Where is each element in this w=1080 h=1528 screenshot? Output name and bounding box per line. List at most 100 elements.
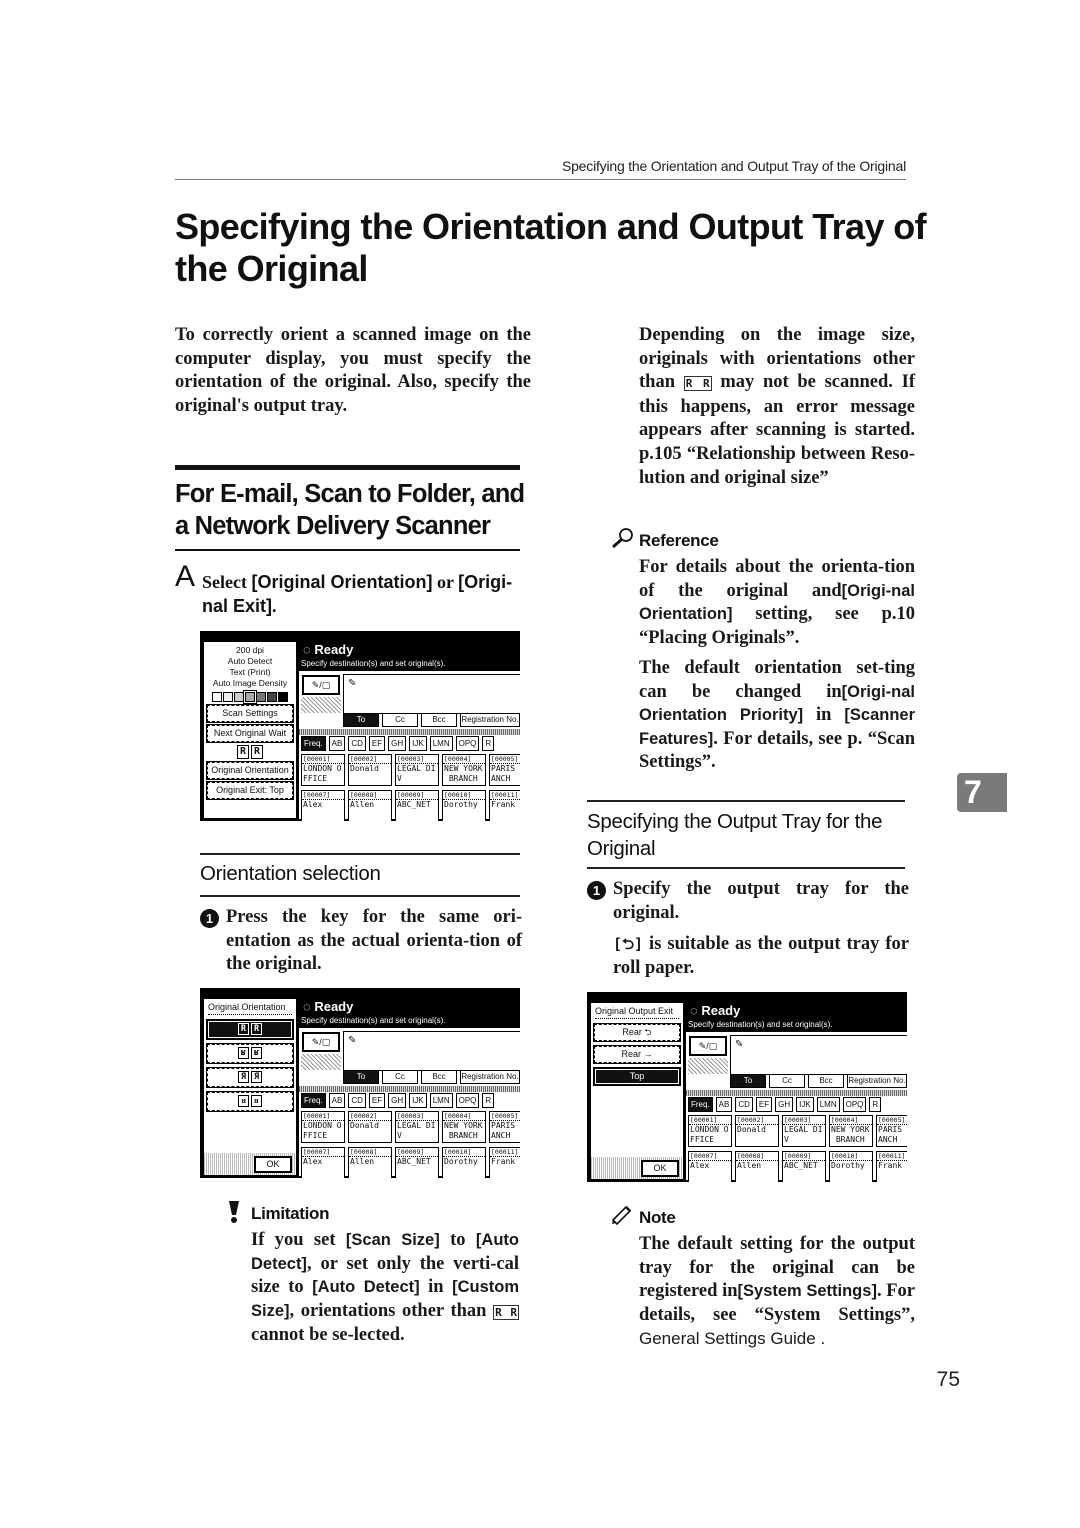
index-tab-gh[interactable]: GH xyxy=(388,736,407,751)
tab-cc[interactable]: Cc xyxy=(382,1070,418,1084)
destination-field[interactable]: ✎ xyxy=(343,674,520,714)
density-level[interactable] xyxy=(212,692,222,702)
next-original-wait-button[interactable]: Next Original Wait xyxy=(207,725,293,742)
density-level[interactable] xyxy=(234,692,244,702)
index-tab-ef[interactable]: EF xyxy=(755,1097,773,1112)
destination-card[interactable]: [00005] PARIS ANCH xyxy=(489,1111,520,1143)
density-level[interactable] xyxy=(243,690,257,704)
index-tab-ijk[interactable]: IJK xyxy=(409,736,427,751)
destination-card[interactable]: [00011] Frank xyxy=(489,1147,520,1178)
destination-card[interactable]: [00007] Alex xyxy=(301,1147,345,1178)
tab-registration-no[interactable]: Registration No. xyxy=(460,1070,520,1084)
index-tab-opq[interactable]: OPQ xyxy=(842,1097,867,1112)
destination-card[interactable]: [00005] PARIS ANCH xyxy=(489,754,520,786)
destination-card[interactable]: [00009] ABC_NET xyxy=(395,790,439,821)
index-tab-cd[interactable]: CD xyxy=(348,736,366,751)
destination-card[interactable]: [00002] Donald xyxy=(735,1115,779,1147)
destination-card[interactable]: [00003] LEGAL DI V xyxy=(782,1115,826,1147)
output-exit-option-2[interactable]: Rear → xyxy=(594,1046,680,1063)
destination-card[interactable]: [00008] Allen xyxy=(348,1147,392,1178)
original-orientation-button[interactable]: Original Orientation xyxy=(207,762,293,779)
image-density-selector[interactable] xyxy=(204,690,296,704)
ok-button[interactable]: OK xyxy=(641,1160,679,1177)
index-tab-cd[interactable]: CD xyxy=(735,1097,753,1112)
orientation-option-2[interactable]: ʁʁ xyxy=(207,1044,293,1063)
destination-card[interactable]: [00010] Dorothy xyxy=(829,1151,873,1182)
index-tab-freq[interactable]: Freq. xyxy=(688,1097,713,1112)
scan-settings-button[interactable]: Scan Settings xyxy=(207,705,293,722)
ok-button[interactable]: OK xyxy=(254,1156,292,1173)
destination-type-toggle[interactable]: ✎/▢ xyxy=(689,1036,727,1056)
original-exit-button[interactable]: Original Exit: Top xyxy=(207,782,293,799)
destination-card[interactable]: [00011] Frank xyxy=(876,1151,907,1182)
orientation-option-3[interactable]: ЯЯ xyxy=(207,1068,293,1087)
index-tab-lmn[interactable]: LMN xyxy=(816,1097,840,1112)
density-level[interactable] xyxy=(278,692,288,702)
destination-card[interactable]: [00003] LEGAL DI V xyxy=(395,1111,439,1143)
index-tab-gh[interactable]: GH xyxy=(775,1097,794,1112)
tab-cc[interactable]: Cc xyxy=(382,713,418,727)
index-tab-ab[interactable]: AB xyxy=(715,1097,733,1112)
destination-card[interactable]: [00010] Dorothy xyxy=(442,1147,486,1178)
destination-type-toggle[interactable]: ✎/▢ xyxy=(302,1032,340,1052)
index-tab-ijk[interactable]: IJK xyxy=(796,1097,814,1112)
destination-card[interactable]: [00004] NEW YORK BRANCH xyxy=(442,1111,486,1143)
tab-to[interactable]: To xyxy=(730,1074,766,1088)
density-level[interactable] xyxy=(256,692,266,702)
index-tab-freq[interactable]: Freq. xyxy=(301,736,326,751)
destination-type-toggle[interactable]: ✎/▢ xyxy=(302,675,340,695)
tab-bcc[interactable]: Bcc xyxy=(421,713,457,727)
tab-bcc[interactable]: Bcc xyxy=(421,1070,457,1084)
destination-card[interactable]: [00009] ABC_NET xyxy=(782,1151,826,1182)
destination-card[interactable]: [00009] ABC_NET xyxy=(395,1147,439,1178)
output-exit-option-3[interactable]: Top xyxy=(594,1068,680,1085)
tab-bcc[interactable]: Bcc xyxy=(808,1074,844,1088)
destination-id: [00001] xyxy=(302,1112,344,1121)
index-tab-ijk[interactable]: IJK xyxy=(409,1093,427,1108)
index-tab-lmn[interactable]: LMN xyxy=(429,736,453,751)
destination-card[interactable]: [00007] Alex xyxy=(301,790,345,821)
destination-card[interactable]: [00001] LONDON O FFICE xyxy=(688,1115,732,1147)
index-tab-cd[interactable]: CD xyxy=(348,1093,366,1108)
index-tab-r[interactable]: R xyxy=(869,1097,882,1112)
tab-registration-no[interactable]: Registration No. xyxy=(460,713,520,727)
index-tab-ab[interactable]: AB xyxy=(328,736,346,751)
destination-card[interactable]: [00001] LONDON O FFICE xyxy=(301,754,345,786)
output-exit-option-1[interactable]: Rear ⮌ xyxy=(594,1024,680,1041)
destination-card[interactable]: [00002] Donald xyxy=(348,1111,392,1143)
tab-to[interactable]: To xyxy=(343,713,379,727)
tab-cc[interactable]: Cc xyxy=(769,1074,805,1088)
density-level[interactable] xyxy=(267,692,277,702)
orientation-option-4[interactable]: ᴚᴚ xyxy=(207,1092,293,1111)
destination-field[interactable]: ✎ xyxy=(730,1035,907,1075)
index-tab-lmn[interactable]: LMN xyxy=(429,1093,453,1108)
tab-registration-no[interactable]: Registration No. xyxy=(847,1074,907,1088)
destination-card[interactable]: [00011] Frank xyxy=(489,790,520,821)
density-level[interactable] xyxy=(223,692,233,702)
index-tab-freq[interactable]: Freq. xyxy=(301,1093,326,1108)
orientation-option-1[interactable]: RR xyxy=(207,1020,293,1039)
destination-card[interactable]: [00004] NEW YORK BRANCH xyxy=(829,1115,873,1147)
destination-card[interactable]: [00004] NEW YORK BRANCH xyxy=(442,754,486,786)
index-tab-r[interactable]: R xyxy=(482,1093,495,1108)
destination-card[interactable]: [00005] PARIS ANCH xyxy=(876,1115,907,1147)
destination-card[interactable]: [00010] Dorothy xyxy=(442,790,486,821)
destination-card[interactable]: [00002] Donald xyxy=(348,754,392,786)
index-tab-ab[interactable]: AB xyxy=(328,1093,346,1108)
tab-to[interactable]: To xyxy=(343,1070,379,1084)
index-tab-opq[interactable]: OPQ xyxy=(455,1093,480,1108)
index-tab-ef[interactable]: EF xyxy=(368,736,386,751)
index-tab-ef[interactable]: EF xyxy=(368,1093,386,1108)
destination-card[interactable]: [00001] LONDON O FFICE xyxy=(301,1111,345,1143)
index-tab-opq[interactable]: OPQ xyxy=(455,736,480,751)
index-tab-r[interactable]: R xyxy=(482,736,495,751)
destination-card[interactable]: [00008] Allen xyxy=(348,790,392,821)
destination-card[interactable]: [00003] LEGAL DI V xyxy=(395,754,439,786)
destination-id: [00008] xyxy=(349,791,391,800)
destination-name: LONDON O FFICE xyxy=(303,764,342,783)
destination-field[interactable]: ✎ xyxy=(343,1031,520,1071)
destination-card[interactable]: [00008] Allen xyxy=(735,1151,779,1182)
destination-card[interactable]: [00007] Alex xyxy=(688,1151,732,1182)
cross-reference-link[interactable]: p.105 “Relationship between Reso-lution … xyxy=(639,444,915,488)
index-tab-gh[interactable]: GH xyxy=(388,1093,407,1108)
